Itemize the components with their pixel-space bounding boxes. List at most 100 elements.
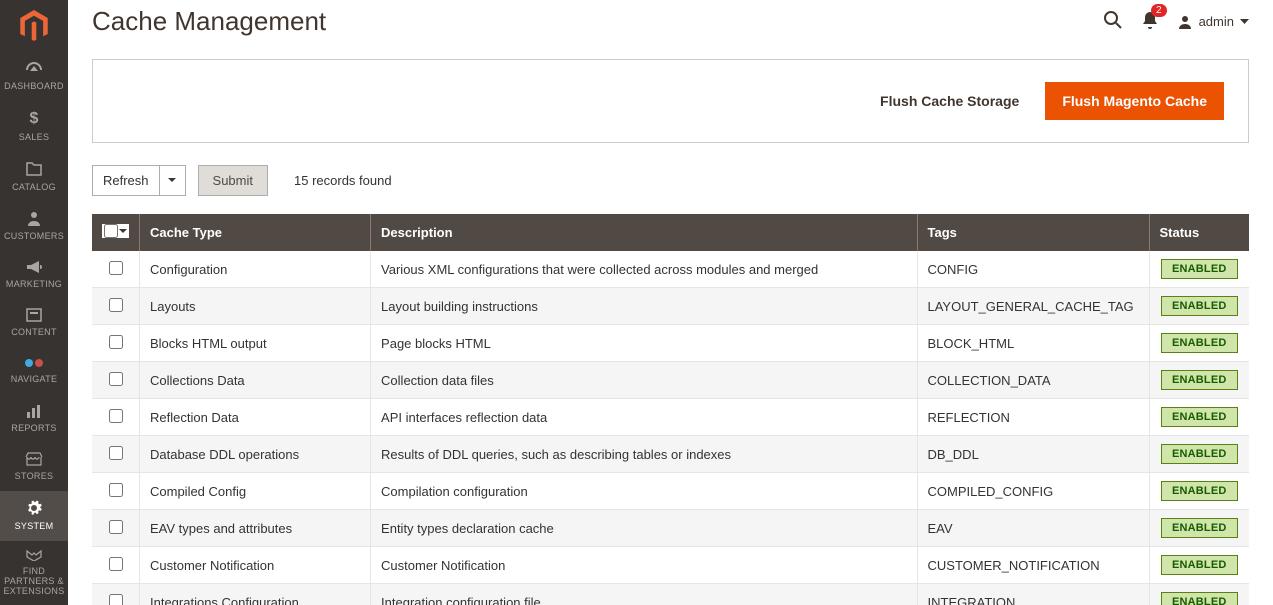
row-checkbox[interactable] (109, 298, 123, 312)
chevron-down-icon (168, 178, 176, 183)
cell-description: Integration configuration file (371, 584, 917, 605)
table-row: Compiled ConfigCompilation configuration… (92, 473, 1249, 510)
nav-reports[interactable]: REPORTS (0, 395, 68, 443)
cell-tags: DB_DDL (917, 436, 1149, 473)
nav-navigate[interactable]: NAVIGATE (0, 347, 68, 395)
cell-description: Results of DDL queries, such as describi… (371, 436, 917, 473)
bar-chart-icon (26, 404, 42, 421)
row-checkbox[interactable] (109, 446, 123, 460)
cell-cache-type: Layouts (140, 288, 371, 325)
row-checkbox[interactable] (109, 409, 123, 423)
cell-cache-type: Compiled Config (140, 473, 371, 510)
col-tags[interactable]: Tags (917, 214, 1149, 251)
flush-magento-cache-button[interactable]: Flush Magento Cache (1045, 82, 1224, 120)
cell-description: Layout building instructions (371, 288, 917, 325)
cell-cache-type: Reflection Data (140, 399, 371, 436)
status-badge: ENABLED (1161, 259, 1238, 279)
cell-tags: EAV (917, 510, 1149, 547)
magento-logo-icon (20, 10, 48, 42)
cell-description: Compilation configuration (371, 473, 917, 510)
flush-cache-storage-button[interactable]: Flush Cache Storage (868, 83, 1031, 119)
mass-action-caret[interactable] (160, 165, 186, 196)
records-found-label: 15 records found (294, 173, 392, 188)
nav-catalog[interactable]: CATALOG (0, 152, 68, 202)
col-checkbox (92, 214, 140, 251)
nav-content[interactable]: CONTENT (0, 299, 68, 347)
row-checkbox[interactable] (109, 261, 123, 275)
status-badge: ENABLED (1161, 444, 1238, 464)
catalog-icon (25, 161, 43, 180)
row-checkbox[interactable] (109, 594, 123, 605)
nav-system[interactable]: SYSTEM (0, 491, 68, 541)
cell-cache-type: Collections Data (140, 362, 371, 399)
notification-badge: 2 (1151, 4, 1167, 17)
content-icon (26, 308, 42, 325)
page-actions: Flush Cache Storage Flush Magento Cache (92, 59, 1249, 143)
cell-cache-type: Blocks HTML output (140, 325, 371, 362)
cell-cache-type: EAV types and attributes (140, 510, 371, 547)
cell-tags: BLOCK_HTML (917, 325, 1149, 362)
nav-partners[interactable]: FIND PARTNERS & EXTENSIONS (0, 541, 68, 605)
row-checkbox[interactable] (109, 520, 123, 534)
svg-text:$: $ (30, 110, 39, 127)
select-all-control[interactable] (102, 224, 129, 238)
col-description[interactable]: Description (371, 214, 917, 251)
search-icon[interactable] (1103, 10, 1123, 33)
status-badge: ENABLED (1161, 555, 1238, 575)
cell-cache-type: Configuration (140, 251, 371, 288)
cell-cache-type: Customer Notification (140, 547, 371, 584)
main-content: Cache Management 2 admin Flush Cache Sto… (68, 0, 1273, 605)
megaphone-icon (25, 260, 43, 277)
dashboard-icon (24, 60, 44, 79)
nav-dashboard[interactable]: DASHBOARD (0, 51, 68, 101)
table-row: Blocks HTML outputPage blocks HTMLBLOCK_… (92, 325, 1249, 362)
table-row: EAV types and attributesEntity types dec… (92, 510, 1249, 547)
cell-description: Collection data files (371, 362, 917, 399)
gear-icon (26, 500, 42, 519)
status-badge: ENABLED (1161, 296, 1238, 316)
row-checkbox[interactable] (109, 557, 123, 571)
mass-action-select[interactable]: Refresh (92, 165, 160, 196)
user-icon (1177, 14, 1193, 30)
chevron-down-icon (1240, 19, 1249, 25)
cell-tags: COLLECTION_DATA (917, 362, 1149, 399)
cell-tags: REFLECTION (917, 399, 1149, 436)
cell-tags: COMPILED_CONFIG (917, 473, 1149, 510)
cell-tags: CUSTOMER_NOTIFICATION (917, 547, 1149, 584)
row-checkbox[interactable] (109, 483, 123, 497)
user-label: admin (1199, 14, 1234, 29)
grid-toolbar: Refresh Submit 15 records found (92, 165, 1249, 196)
status-badge: ENABLED (1161, 333, 1238, 353)
page-title: Cache Management (92, 6, 326, 37)
notifications-button[interactable]: 2 (1141, 10, 1159, 33)
cell-cache-type: Integrations Configuration (140, 584, 371, 605)
dollar-icon: $ (26, 109, 42, 130)
col-cache-type[interactable]: Cache Type (140, 214, 371, 251)
nav-marketing[interactable]: MARKETING (0, 251, 68, 299)
select-all-checkbox[interactable] (104, 224, 118, 238)
status-badge: ENABLED (1161, 370, 1238, 390)
row-checkbox[interactable] (109, 372, 123, 386)
cell-description: Various XML configurations that were col… (371, 251, 917, 288)
nav-stores[interactable]: STORES (0, 443, 68, 491)
cell-tags: INTEGRATION (917, 584, 1149, 605)
cell-tags: CONFIG (917, 251, 1149, 288)
magento-logo[interactable] (0, 0, 68, 51)
cell-description: Customer Notification (371, 547, 917, 584)
handshake-icon (25, 549, 43, 564)
cell-description: Page blocks HTML (371, 325, 917, 362)
cache-grid: Cache Type Description Tags Status Confi… (92, 214, 1249, 605)
cell-cache-type: Database DDL operations (140, 436, 371, 473)
row-checkbox[interactable] (109, 335, 123, 349)
cell-description: Entity types declaration cache (371, 510, 917, 547)
table-row: Collections DataCollection data filesCOL… (92, 362, 1249, 399)
chevron-down-icon (119, 229, 127, 234)
user-menu[interactable]: admin (1177, 14, 1249, 30)
status-badge: ENABLED (1161, 407, 1238, 427)
submit-button[interactable]: Submit (198, 165, 268, 196)
store-icon (25, 452, 43, 469)
col-status[interactable]: Status (1149, 214, 1249, 251)
nav-sales[interactable]: $ SALES (0, 101, 68, 152)
nav-customers[interactable]: CUSTOMERS (0, 202, 68, 252)
person-icon (27, 210, 41, 229)
